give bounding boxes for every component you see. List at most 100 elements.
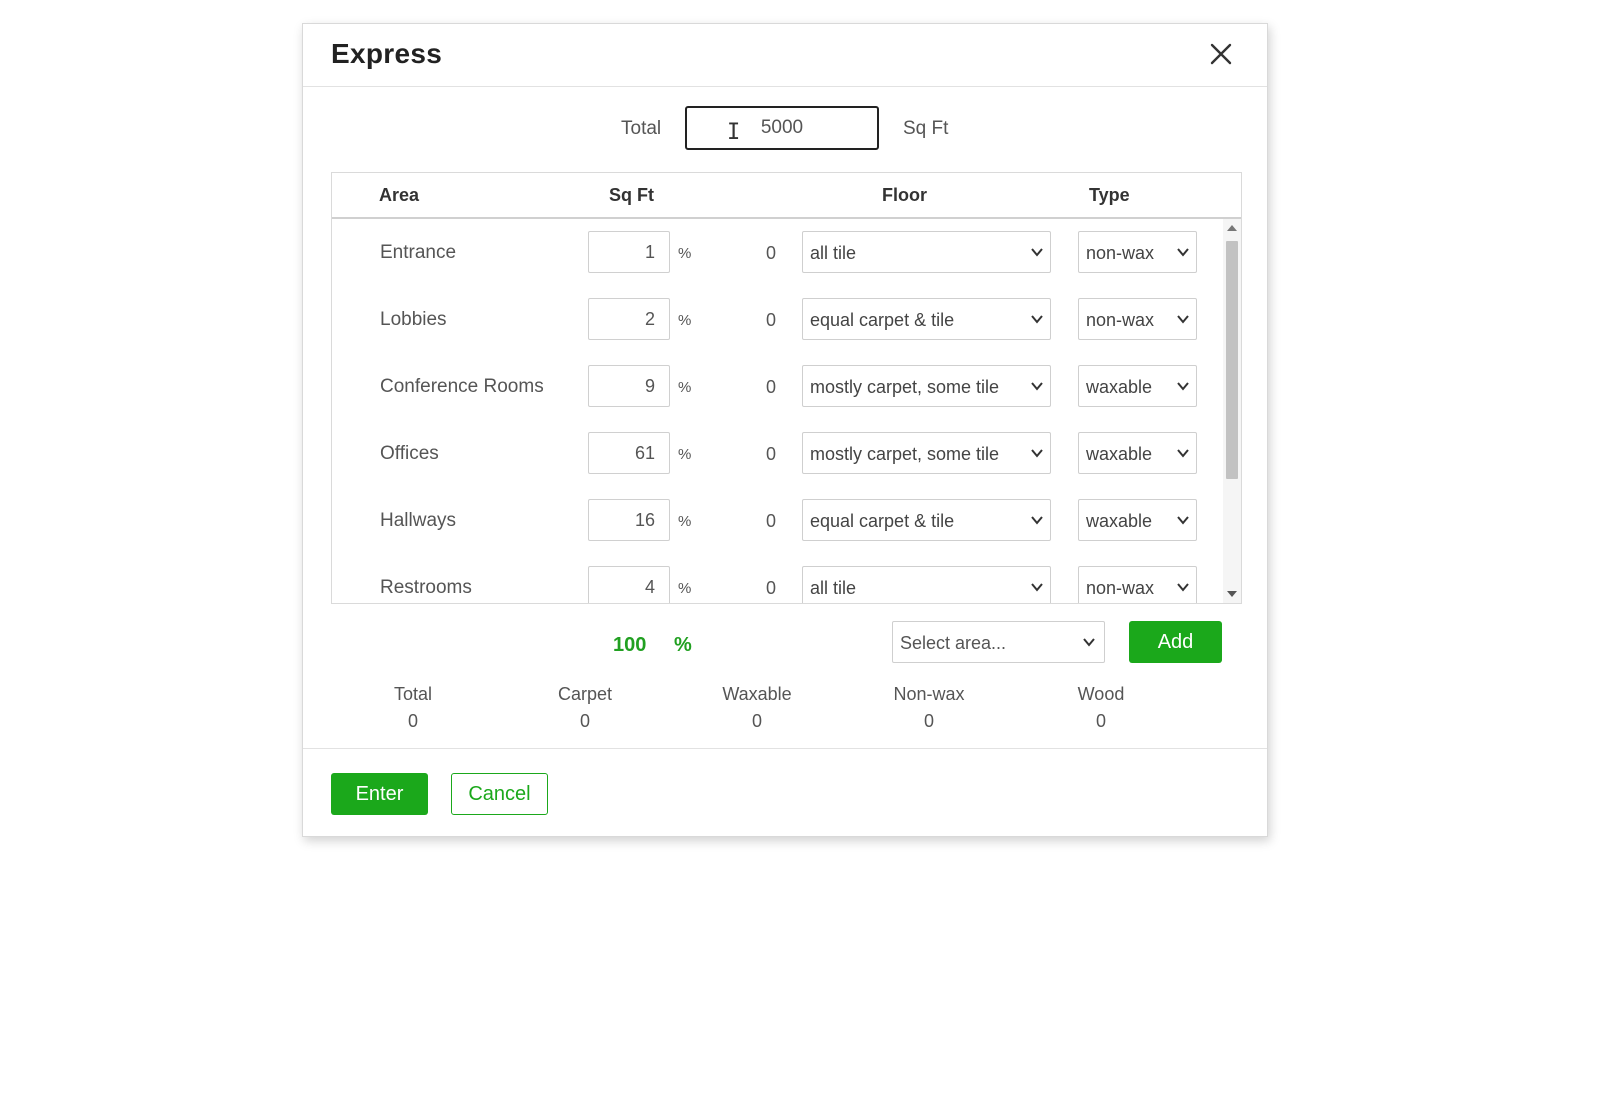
chevron-down-icon: [1177, 516, 1189, 525]
type-select-value: non-wax: [1086, 578, 1155, 598]
table-row: Entrance% 0 all tile non-wax: [332, 219, 1225, 288]
area-percent-input[interactable]: [588, 298, 670, 340]
header-sqft: Sq Ft: [609, 185, 654, 205]
percent-sign: %: [678, 312, 692, 329]
table-row: Lobbies% 0 equal carpet & tile non-wax: [332, 286, 1225, 355]
stat-wood: Wood 0: [1041, 684, 1161, 732]
area-percent-input[interactable]: [588, 566, 670, 603]
stat-waxable: Waxable 0: [697, 684, 817, 732]
type-select-value: non-wax: [1086, 243, 1155, 263]
header-area: Area: [379, 185, 420, 205]
area-sqft-value: 0: [766, 578, 777, 598]
area-percent-input[interactable]: [588, 432, 670, 474]
total-unit-label: Sq Ft: [903, 118, 949, 139]
area-name: Lobbies: [380, 309, 447, 330]
percent-total-sign: %: [674, 634, 692, 656]
chevron-down-icon: [1031, 382, 1043, 391]
table-row: Offices% 0 mostly carpet, some tile waxable: [332, 420, 1225, 489]
scroll-thumb[interactable]: [1226, 241, 1238, 479]
floor-select[interactable]: mostly carpet, some tile: [802, 365, 1051, 407]
chevron-down-icon: [1031, 315, 1043, 324]
close-icon[interactable]: [1207, 40, 1235, 68]
area-name: Entrance: [380, 242, 457, 263]
add-area-button[interactable]: Add: [1129, 621, 1222, 663]
type-select[interactable]: non-wax: [1078, 566, 1197, 603]
table-body: Entrance% 0 all tile non-wax Lobbies% 0 equal …: [332, 219, 1225, 603]
type-select[interactable]: non-wax: [1078, 231, 1197, 273]
floor-select[interactable]: all tile: [802, 231, 1051, 273]
floor-select-value: all tile: [810, 578, 857, 598]
scroll-up-arrow-icon[interactable]: [1227, 225, 1237, 231]
stat-value: 0: [923, 711, 934, 731]
floor-select-value: mostly carpet, some tile: [810, 444, 1000, 464]
percent-sign: %: [678, 245, 692, 262]
select-area-dropdown[interactable]: Select area...: [892, 621, 1105, 663]
table-row: Hallways% 0 equal carpet & tile waxable: [332, 487, 1225, 556]
type-select[interactable]: non-wax: [1078, 298, 1197, 340]
header-type: Type: [1089, 185, 1130, 205]
area-name: Offices: [380, 443, 439, 464]
stat-value: 0: [407, 711, 418, 731]
stat-label: Wood: [1077, 684, 1125, 704]
stat-label: Total: [393, 684, 433, 704]
table-header: Area Sq Ft Floor Type: [332, 173, 1241, 219]
type-select[interactable]: waxable: [1078, 432, 1197, 474]
percent-sign: %: [678, 580, 692, 597]
stat-label: Non-wax: [893, 684, 965, 704]
chevron-down-icon: [1083, 638, 1095, 647]
chevron-down-icon: [1177, 248, 1189, 257]
type-select[interactable]: waxable: [1078, 365, 1197, 407]
stat-label: Waxable: [722, 684, 792, 704]
chevron-down-icon: [1031, 449, 1043, 458]
total-sqft-input[interactable]: [685, 106, 879, 150]
area-sqft-value: 0: [766, 243, 777, 263]
stat-carpet: Carpet 0: [525, 684, 645, 732]
area-percent-input[interactable]: [588, 231, 670, 273]
table-row: Conference Rooms% 0 mostly carpet, some ti…: [332, 353, 1225, 422]
percent-sign: %: [678, 379, 692, 396]
floor-select-value: mostly carpet, some tile: [810, 377, 1000, 397]
type-select[interactable]: waxable: [1078, 499, 1197, 541]
stats-summary: Total 0 Carpet 0 Waxable 0 Non-wax 0 Wood 0: [303, 684, 1267, 740]
floor-select[interactable]: all tile: [802, 566, 1051, 603]
area-sqft-value: 0: [766, 310, 777, 330]
select-area-placeholder: Select area...: [900, 633, 1007, 653]
percent-sign: %: [678, 513, 692, 530]
stat-value: 0: [751, 711, 762, 731]
type-select-value: waxable: [1086, 511, 1153, 531]
scroll-down-arrow-icon[interactable]: [1227, 591, 1237, 597]
area-sqft-value: 0: [766, 511, 777, 531]
dialog-footer: Enter Cancel: [303, 748, 1267, 837]
percent-sign: %: [678, 446, 692, 463]
areas-table: Area Sq Ft Floor Type Entrance% 0 all tile…: [331, 172, 1242, 604]
floor-select[interactable]: equal carpet & tile: [802, 499, 1051, 541]
chevron-down-icon: [1031, 516, 1043, 525]
area-percent-input[interactable]: [588, 365, 670, 407]
chevron-down-icon: [1177, 583, 1189, 592]
stat-label: Carpet: [557, 684, 613, 704]
express-dialog: Express Total I Sq Ft Area Sq Ft Floor T…: [302, 23, 1268, 837]
stat-value: 0: [579, 711, 590, 731]
type-select-value: waxable: [1086, 444, 1153, 464]
chevron-down-icon: [1177, 315, 1189, 324]
floor-select[interactable]: equal carpet & tile: [802, 298, 1051, 340]
area-percent-input[interactable]: [588, 499, 670, 541]
dialog-header: Express: [303, 24, 1267, 87]
percent-total: 100: [613, 634, 647, 656]
dialog-title: Express: [331, 38, 443, 69]
table-scrollbar[interactable]: [1223, 219, 1241, 603]
chevron-down-icon: [1031, 583, 1043, 592]
table-row: Restrooms% 0 all tile non-wax: [332, 554, 1225, 603]
stat-value: 0: [1095, 711, 1106, 731]
area-name: Hallways: [380, 510, 457, 531]
header-floor: Floor: [882, 185, 927, 205]
floor-select-value: equal carpet & tile: [810, 511, 955, 531]
area-sqft-value: 0: [766, 444, 777, 464]
total-label: Total: [621, 118, 662, 139]
enter-button[interactable]: Enter: [331, 773, 428, 815]
total-row: Total I Sq Ft: [303, 106, 1267, 150]
floor-select[interactable]: mostly carpet, some tile: [802, 432, 1051, 474]
area-name: Conference Rooms: [380, 376, 544, 397]
floor-select-value: all tile: [810, 243, 857, 263]
cancel-button[interactable]: Cancel: [451, 773, 548, 815]
